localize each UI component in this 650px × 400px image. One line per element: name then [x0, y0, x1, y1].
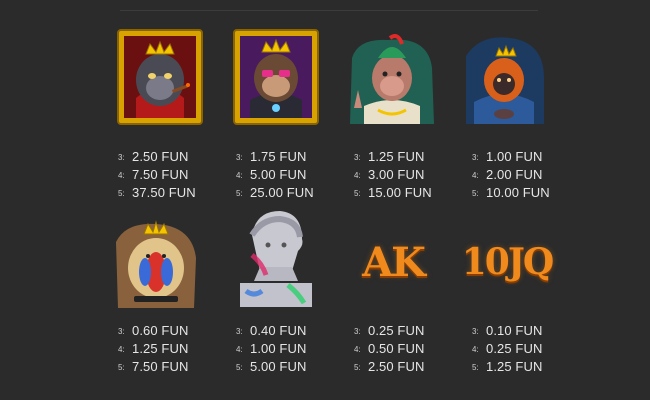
symbol-gorilla-king: 3: 2.50 FUN 4: 7.50 FUN 5: 37.50 FUN [116, 28, 208, 200]
payout-value: 1.75 FUN [250, 149, 307, 164]
payout-value: 0.60 FUN [132, 323, 189, 338]
payout-value: 3.00 FUN [368, 167, 425, 182]
ace-king-letters: AK [362, 238, 426, 286]
match-count: 4: [472, 171, 479, 180]
paytable-mandrill: 3: 0.60 FUN 4: 1.25 FUN 5: 7.50 FUN [118, 322, 238, 376]
pay-row: 5: 1.25 FUN [472, 358, 592, 376]
payout-value: 0.40 FUN [250, 323, 307, 338]
paytable-monkey-king: 3: 1.75 FUN 4: 5.00 FUN 5: 25.00 FUN [236, 148, 356, 202]
payout-value: 7.50 FUN [132, 359, 189, 374]
paytable-ace-king: 3: 0.25 FUN 4: 0.50 FUN 5: 2.50 FUN [354, 322, 474, 376]
statue-head-icon [232, 205, 320, 313]
payout-value: 10.00 FUN [486, 185, 550, 200]
match-count: 5: [118, 363, 125, 372]
symbol-statue-head: 3: 0.40 FUN 4: 1.00 FUN 5: 5.00 FUN [232, 205, 324, 374]
pay-row: 4: 3.00 FUN [354, 166, 474, 184]
match-count: 3: [354, 327, 361, 336]
match-count: 3: [236, 153, 243, 162]
pay-row: 3: 2.50 FUN [118, 148, 238, 166]
payout-value: 1.25 FUN [132, 341, 189, 356]
pay-row: 4: 0.25 FUN [472, 340, 592, 358]
match-count: 5: [354, 189, 361, 198]
match-count: 5: [236, 189, 243, 198]
match-count: 4: [236, 345, 243, 354]
symbol-mandrill: 3: 0.60 FUN 4: 1.25 FUN 5: 7.50 FUN [112, 212, 204, 374]
symbol-orangutan: 3: 1.00 FUN 4: 2.00 FUN 5: 10.00 FUN [460, 28, 552, 200]
match-count: 4: [472, 345, 479, 354]
match-count: 4: [354, 171, 361, 180]
pay-row: 3: 1.75 FUN [236, 148, 356, 166]
paytable-punk-monkey: 3: 1.25 FUN 4: 3.00 FUN 5: 15.00 FUN [354, 148, 474, 202]
symbol-punk-monkey: 3: 1.25 FUN 4: 3.00 FUN 5: 15.00 FUN [348, 28, 440, 200]
match-count: 5: [472, 363, 479, 372]
pay-row: 4: 1.00 FUN [236, 340, 356, 358]
payout-value: 25.00 FUN [250, 185, 314, 200]
match-count: 4: [118, 345, 125, 354]
match-count: 4: [118, 171, 125, 180]
pay-row: 3: 0.40 FUN [236, 322, 356, 340]
payout-value: 0.10 FUN [486, 323, 543, 338]
payout-value: 1.00 FUN [486, 149, 543, 164]
payout-value: 7.50 FUN [132, 167, 189, 182]
symbol-ten-jack-queen: 10JQ 3: 0.10 FUN 4: 0.25 FUN 5: 1.25 FUN [461, 222, 555, 374]
payout-value: 5.00 FUN [250, 359, 307, 374]
match-count: 3: [118, 153, 125, 162]
payout-value: 37.50 FUN [132, 185, 196, 200]
match-count: 4: [236, 171, 243, 180]
pay-row: 4: 2.00 FUN [472, 166, 592, 184]
pay-row: 3: 1.25 FUN [354, 148, 474, 166]
payout-value: 1.25 FUN [486, 359, 543, 374]
payout-value: 0.25 FUN [368, 323, 425, 338]
pay-row: 5: 25.00 FUN [236, 184, 356, 202]
match-count: 4: [354, 345, 361, 354]
pay-row: 4: 0.50 FUN [354, 340, 474, 358]
match-count: 3: [472, 153, 479, 162]
paytable-gorilla-king: 3: 2.50 FUN 4: 7.50 FUN 5: 37.50 FUN [118, 148, 238, 202]
paytable-ten-jack-queen: 3: 0.10 FUN 4: 0.25 FUN 5: 1.25 FUN [472, 322, 592, 376]
payout-value: 1.00 FUN [250, 341, 307, 356]
paytable-statue-head: 3: 0.40 FUN 4: 1.00 FUN 5: 5.00 FUN [236, 322, 356, 376]
pay-row: 3: 0.10 FUN [472, 322, 592, 340]
match-count: 3: [236, 327, 243, 336]
match-count: 3: [118, 327, 125, 336]
payout-value: 15.00 FUN [368, 185, 432, 200]
top-divider [120, 10, 538, 11]
match-count: 5: [118, 189, 125, 198]
symbol-ace-king: AK 3: 0.25 FUN 4: 0.50 FUN 5: 2.50 FUN [348, 222, 440, 375]
payout-value: 1.25 FUN [368, 149, 425, 164]
payout-value: 2.50 FUN [132, 149, 189, 164]
payout-value: 2.00 FUN [486, 167, 543, 182]
pay-row: 5: 15.00 FUN [354, 184, 474, 202]
pay-row: 4: 7.50 FUN [118, 166, 238, 184]
symbol-monkey-king: 3: 1.75 FUN 4: 5.00 FUN 5: 25.00 FUN [232, 28, 324, 200]
match-count: 3: [354, 153, 361, 162]
payout-value: 2.50 FUN [368, 359, 425, 374]
payout-value: 0.25 FUN [486, 341, 543, 356]
orangutan-icon [460, 28, 548, 126]
match-count: 5: [236, 363, 243, 372]
pay-row: 3: 0.25 FUN [354, 322, 474, 340]
payout-value: 5.00 FUN [250, 167, 307, 182]
pay-row: 3: 0.60 FUN [118, 322, 238, 340]
pay-row: 5: 37.50 FUN [118, 184, 238, 202]
payout-value: 0.50 FUN [368, 341, 425, 356]
pay-row: 5: 7.50 FUN [118, 358, 238, 376]
paytable-orangutan: 3: 1.00 FUN 4: 2.00 FUN 5: 10.00 FUN [472, 148, 592, 202]
pay-row: 4: 5.00 FUN [236, 166, 356, 184]
gorilla-king-icon [116, 28, 204, 126]
match-count: 5: [472, 189, 479, 198]
pay-row: 5: 10.00 FUN [472, 184, 592, 202]
pay-row: 4: 1.25 FUN [118, 340, 238, 358]
match-count: 5: [354, 363, 361, 372]
punk-monkey-icon [348, 28, 436, 126]
monkey-crown-icon [232, 28, 320, 126]
match-count: 3: [472, 327, 479, 336]
pay-row: 3: 1.00 FUN [472, 148, 592, 166]
pay-row: 5: 5.00 FUN [236, 358, 356, 376]
ten-jack-queen-letters: 10JQ [461, 241, 555, 283]
pay-row: 5: 2.50 FUN [354, 358, 474, 376]
mandrill-icon [112, 212, 200, 310]
